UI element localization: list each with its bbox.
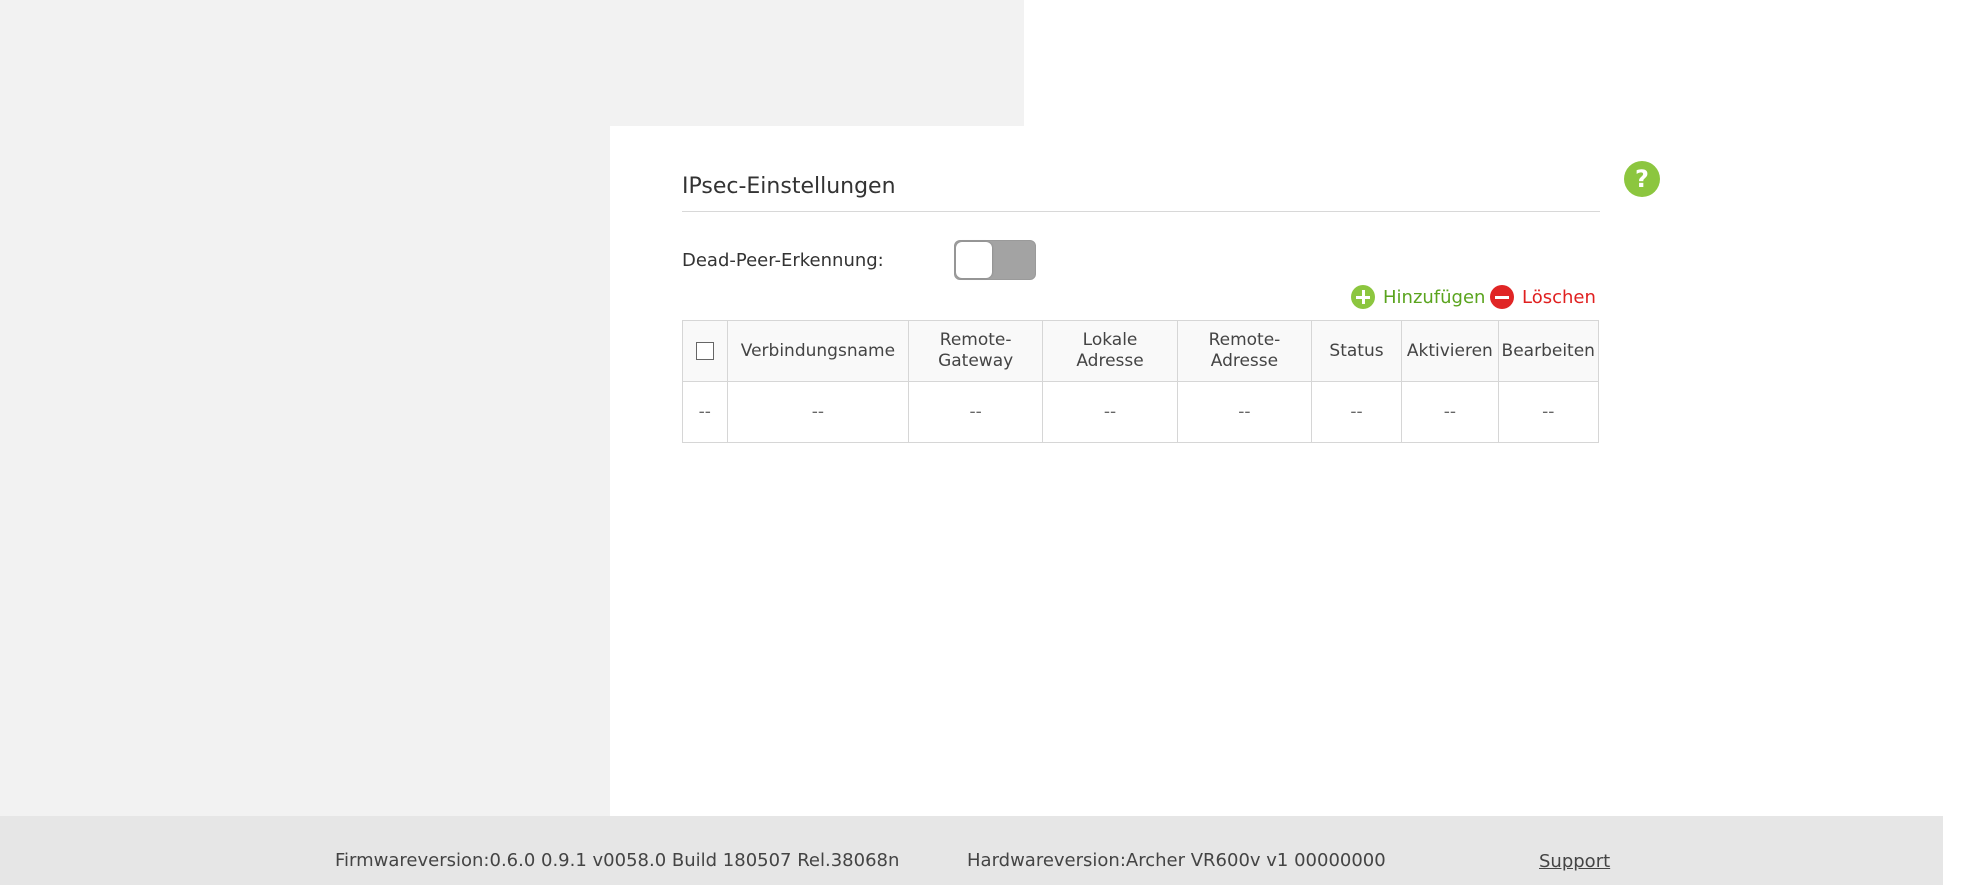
dead-peer-detection-toggle[interactable] [954,240,1036,280]
column-header-enable: Aktivieren [1401,320,1499,382]
add-button-label: Hinzufügen [1383,286,1486,308]
column-header-remote-address-line2: Adresse [1210,351,1279,371]
select-all-checkbox[interactable] [695,341,714,360]
minus-circle-icon [1490,285,1514,309]
table-cell-local-address: -- [1042,381,1178,443]
column-header-status: Status [1310,320,1403,382]
column-header-remote-gateway: Remote- Gateway [908,320,1044,382]
table-cell-enable: -- [1401,381,1499,443]
help-icon[interactable]: ? [1624,161,1660,197]
delete-button[interactable]: Löschen [1490,284,1596,310]
title-divider [682,211,1600,212]
table-cell-edit: -- [1497,381,1600,443]
toggle-knob [956,242,992,278]
ipsec-connections-table: Verbindungsname Remote- Gateway Lokale A… [682,320,1600,443]
table-cell-connection-name: -- [726,381,910,443]
column-header-remote-address: Remote- Adresse [1176,320,1312,382]
column-header-local-address-line2: Adresse [1076,351,1144,371]
select-all-header [682,320,728,382]
footer: Firmwareversion:0.6.0 0.9.1 v0058.0 Buil… [0,816,1943,885]
column-header-connection-name: Verbindungsname [726,320,910,382]
support-link[interactable]: Support [1539,851,1610,872]
column-header-edit: Bearbeiten [1497,320,1600,382]
table-cell-select: -- [682,381,728,443]
content-panel [610,126,1940,816]
add-button[interactable]: Hinzufügen [1351,284,1485,310]
page-title: IPsec-Einstellungen [682,174,896,199]
table-header-row: Verbindungsname Remote- Gateway Lokale A… [682,320,1600,382]
background-top [0,0,1024,126]
column-header-local-address: Lokale Adresse [1042,320,1178,382]
column-header-remote-address-line1: Remote- [1208,330,1281,350]
dead-peer-detection-label: Dead-Peer-Erkennung: [682,250,884,271]
table-cell-remote-gateway: -- [908,381,1044,443]
hardware-version: Hardwareversion:Archer VR600v v1 0000000… [967,850,1386,871]
column-header-remote-gateway-line1: Remote- [939,330,1012,350]
delete-button-label: Löschen [1522,286,1596,308]
firmware-version: Firmwareversion:0.6.0 0.9.1 v0058.0 Buil… [335,850,900,871]
table-cell-remote-address: -- [1176,381,1312,443]
background-left [0,126,612,816]
table-cell-status: -- [1310,381,1403,443]
plus-circle-icon [1351,285,1375,309]
table-row: -- -- -- -- -- -- -- -- [682,381,1600,443]
column-header-remote-gateway-line2: Gateway [938,351,1014,371]
column-header-local-address-line1: Lokale [1082,330,1138,350]
